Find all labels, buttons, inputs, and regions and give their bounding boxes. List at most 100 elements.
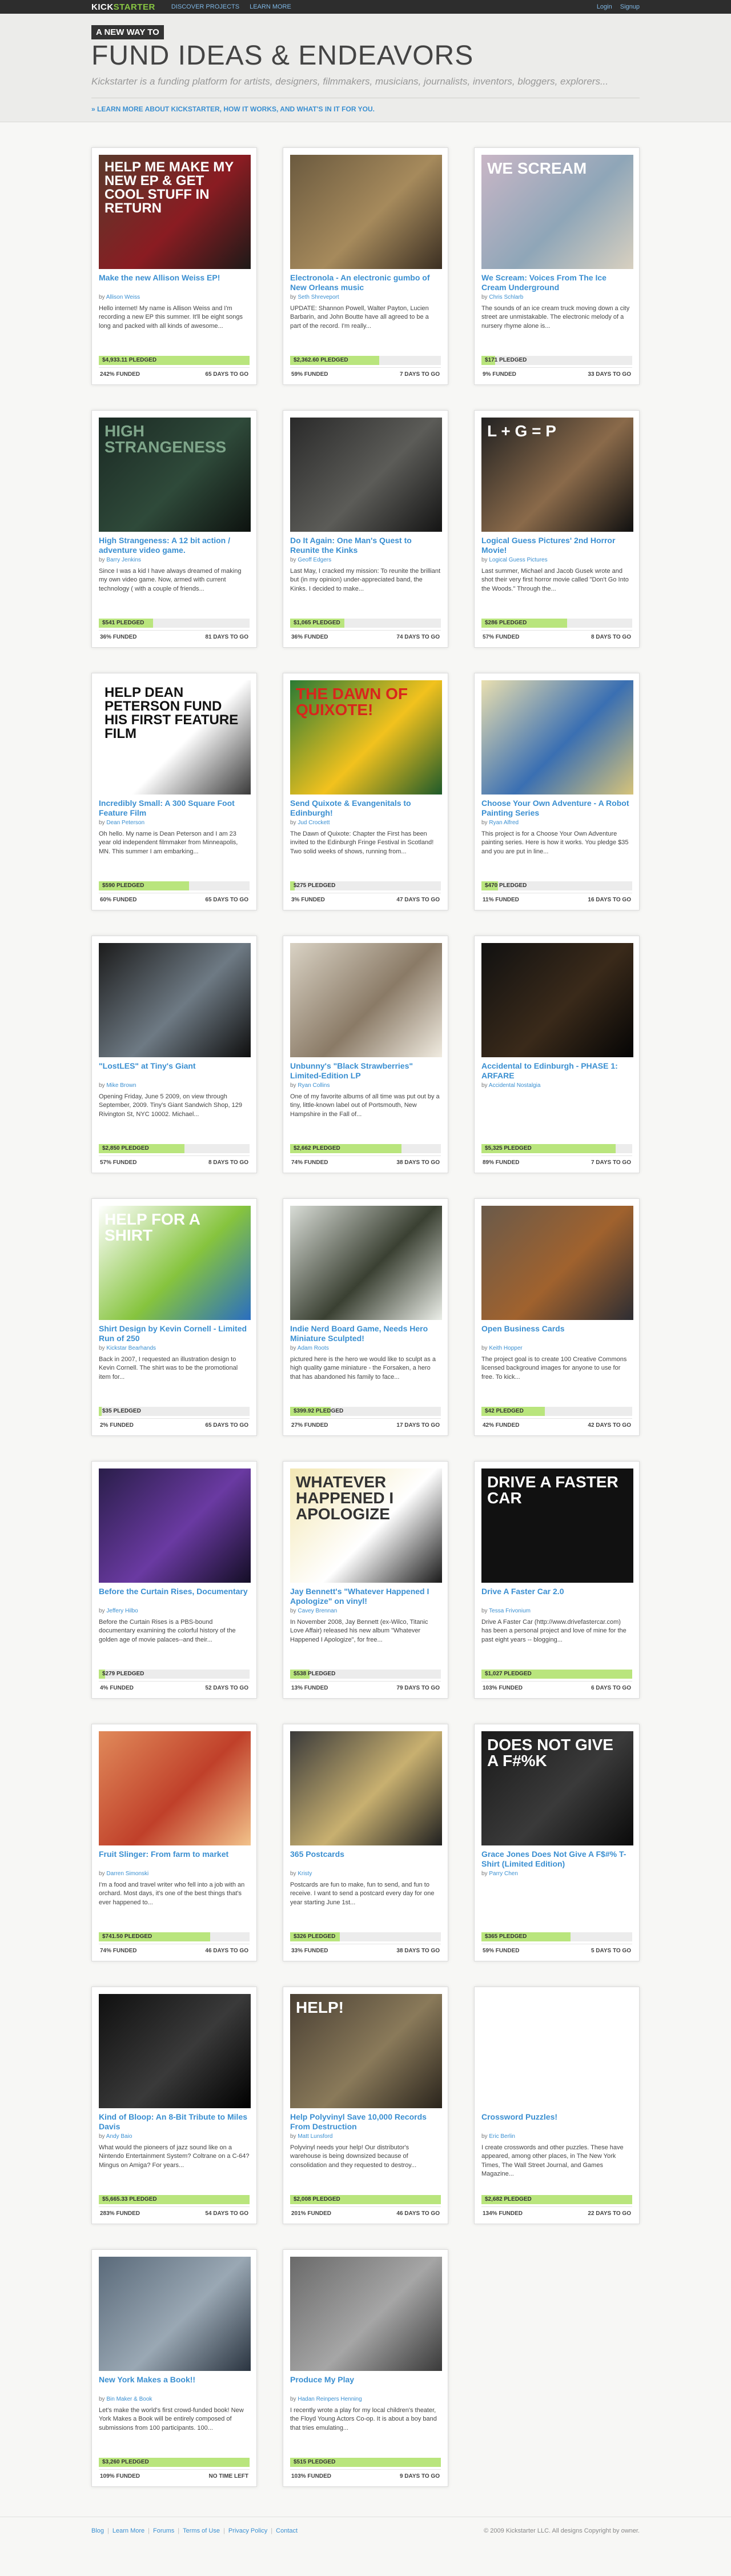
project-creator-link[interactable]: Keith Hopper — [489, 1345, 522, 1351]
project-creator-link[interactable]: Parry Chen — [489, 1871, 518, 1877]
nav-learn-more[interactable]: LEARN MORE — [250, 3, 291, 10]
project-creator-link[interactable]: Bin Maker & Book — [106, 2396, 152, 2402]
project-card[interactable]: HELP! Help Polyvinyl Save 10,000 Records … — [283, 1987, 448, 2224]
project-creator-link[interactable]: Adam Roots — [298, 1345, 329, 1351]
project-title[interactable]: Logical Guess Pictures' 2nd Horror Movie… — [481, 536, 632, 555]
project-thumbnail[interactable]: Help Dean Peterson Fund His First Featur… — [99, 680, 251, 795]
project-card[interactable]: Choose Your Own Adventure - A Robot Pain… — [474, 673, 640, 910]
project-thumbnail[interactable]: WE SCREAM — [481, 155, 633, 269]
project-creator-link[interactable]: Allison Weiss — [106, 294, 140, 300]
footer-link[interactable]: Forums — [153, 2527, 174, 2534]
project-thumbnail[interactable] — [481, 680, 633, 795]
project-thumbnail[interactable] — [481, 1206, 633, 1320]
project-card[interactable]: "LostLES" at Tiny's Giant by Mike Brown Op… — [91, 936, 257, 1173]
project-creator-link[interactable]: Jeffery Hilbo — [106, 1608, 138, 1614]
project-thumbnail[interactable] — [99, 2257, 251, 2371]
footer-link[interactable]: Blog — [91, 2527, 104, 2534]
project-card[interactable]: Crossword Puzzles! by Eric Berlin I create… — [474, 1987, 640, 2224]
project-title[interactable]: 365 Postcards — [290, 1849, 441, 1869]
project-thumbnail[interactable]: L + G = P — [481, 418, 633, 532]
login-link[interactable]: Login — [597, 3, 612, 10]
project-creator-link[interactable]: Jud Crockett — [298, 820, 330, 826]
footer-link[interactable]: Contact — [276, 2527, 298, 2534]
project-thumbnail[interactable] — [481, 1994, 633, 2108]
project-thumbnail[interactable] — [290, 943, 442, 1057]
project-card[interactable]: whatever happened i apologize Jay Bennett… — [283, 1461, 448, 1699]
project-card[interactable]: HELP ME MAKE MY NEW EP & GET COOL STUFF … — [91, 147, 257, 385]
project-title[interactable]: Grace Jones Does Not Give A F$#% T-Shirt… — [481, 1849, 632, 1869]
nav-discover-projects[interactable]: DISCOVER PROJECTS — [171, 3, 239, 10]
project-thumbnail[interactable]: HELP ME MAKE MY NEW EP & GET COOL STUFF … — [99, 155, 251, 269]
project-creator-link[interactable]: Eric Berlin — [489, 2133, 515, 2140]
project-card[interactable]: Open Business Cards by Keith Hopper The pr… — [474, 1198, 640, 1436]
project-creator-link[interactable]: Darren Simonski — [106, 1871, 148, 1877]
project-title[interactable]: Drive A Faster Car 2.0 — [481, 1587, 632, 1606]
project-creator-link[interactable]: Matt Lunsford — [298, 2133, 332, 2140]
project-card[interactable]: Fruit Slinger: From farm to market by Dar… — [91, 1724, 257, 1961]
project-creator-link[interactable]: Chris Schlarb — [489, 294, 523, 300]
project-title[interactable]: Shirt Design by Kevin Cornell - Limited … — [99, 1324, 250, 1343]
project-thumbnail[interactable] — [99, 1994, 251, 2108]
project-title[interactable]: Help Polyvinyl Save 10,000 Records From … — [290, 2112, 441, 2132]
project-creator-link[interactable]: Barry Jenkins — [106, 557, 141, 563]
project-title[interactable]: Fruit Slinger: From farm to market — [99, 1849, 250, 1869]
project-card[interactable]: Produce My Play by Hadan Reinpers Henning… — [283, 2249, 448, 2487]
project-card[interactable]: Kind of Bloop: An 8-Bit Tribute to Miles… — [91, 1987, 257, 2224]
signup-link[interactable]: Signup — [620, 3, 640, 10]
learn-more-link[interactable]: » LEARN MORE ABOUT KICKSTARTER, HOW IT W… — [91, 105, 640, 113]
project-card[interactable]: Do It Again: One Man's Quest to Reunite … — [283, 410, 448, 648]
project-title[interactable]: We Scream: Voices From The Ice Cream Und… — [481, 273, 632, 292]
project-title[interactable]: Produce My Play — [290, 2375, 441, 2394]
project-thumbnail[interactable] — [99, 1468, 251, 1583]
footer-link[interactable]: Terms of Use — [183, 2527, 220, 2534]
project-title[interactable]: Before the Curtain Rises, Documentary — [99, 1587, 250, 1606]
project-title[interactable]: Choose Your Own Adventure - A Robot Pain… — [481, 799, 632, 818]
project-thumbnail[interactable]: DRIVE A FASTER CAR — [481, 1468, 633, 1583]
project-thumbnail[interactable]: HIGH STRANGENESS — [99, 418, 251, 532]
project-creator-link[interactable]: Accidental Nostalgia — [489, 1082, 541, 1089]
project-card[interactable]: Accidental to Edinburgh - PHASE 1: ARFAR… — [474, 936, 640, 1173]
project-title[interactable]: Incredibly Small: A 300 Square Foot Feat… — [99, 799, 250, 818]
project-title[interactable]: Unbunny's "Black Strawberries" Limited-E… — [290, 1061, 441, 1081]
project-creator-link[interactable]: Seth Shreveport — [298, 294, 339, 300]
project-thumbnail[interactable] — [290, 1206, 442, 1320]
project-card[interactable]: WE SCREAM We Scream: Voices From The Ice … — [474, 147, 640, 385]
project-thumbnail[interactable] — [290, 418, 442, 532]
project-title[interactable]: Indie Nerd Board Game, Needs Hero Miniat… — [290, 1324, 441, 1343]
project-card[interactable]: Before the Curtain Rises, Documentary by … — [91, 1461, 257, 1699]
project-card[interactable]: HIGH STRANGENESS High Strangeness: A 12 b… — [91, 410, 257, 648]
project-thumbnail[interactable] — [99, 1731, 251, 1845]
project-creator-link[interactable]: Geoff Edgers — [298, 557, 331, 563]
project-thumbnail[interactable]: DOES NOT GIVE A F#%K — [481, 1731, 633, 1845]
project-card[interactable]: Help Dean Peterson Fund His First Featur… — [91, 673, 257, 910]
project-creator-link[interactable]: Mike Brown — [106, 1082, 136, 1089]
project-creator-link[interactable]: Kristy — [298, 1871, 312, 1877]
project-creator-link[interactable]: Logical Guess Pictures — [489, 557, 547, 563]
project-card[interactable]: L + G = P Logical Guess Pictures' 2nd Hor… — [474, 410, 640, 648]
project-card[interactable]: THE DAWN OF QUIXOTE! Send Quixote & Evang… — [283, 673, 448, 910]
kickstarter-logo[interactable]: KICKSTARTER — [91, 2, 155, 12]
project-thumbnail[interactable] — [290, 1731, 442, 1845]
project-card[interactable]: Unbunny's "Black Strawberries" Limited-E… — [283, 936, 448, 1173]
project-creator-link[interactable]: Ryan Alfred — [489, 820, 519, 826]
project-title[interactable]: Send Quixote & Evangenitals to Edinburgh… — [290, 799, 441, 818]
project-creator-link[interactable]: Kickstar Bearhands — [106, 1345, 156, 1351]
project-creator-link[interactable]: Hadan Reinpers Henning — [298, 2396, 362, 2402]
project-title[interactable]: Electronola - An electronic gumbo of New… — [290, 273, 441, 292]
project-title[interactable]: Open Business Cards — [481, 1324, 632, 1343]
project-title[interactable]: High Strangeness: A 12 bit action / adve… — [99, 536, 250, 555]
project-thumbnail[interactable] — [481, 943, 633, 1057]
project-card[interactable]: Indie Nerd Board Game, Needs Hero Miniat… — [283, 1198, 448, 1436]
project-thumbnail[interactable]: THE DAWN OF QUIXOTE! — [290, 680, 442, 795]
project-title[interactable]: Crossword Puzzles! — [481, 2112, 632, 2132]
project-card[interactable]: HELP FOR A SHIRT Shirt Design by Kevin Co… — [91, 1198, 257, 1436]
project-card[interactable]: DRIVE A FASTER CAR Drive A Faster Car 2.0… — [474, 1461, 640, 1699]
project-title[interactable]: "LostLES" at Tiny's Giant — [99, 1061, 250, 1081]
footer-link[interactable]: Learn More — [113, 2527, 144, 2534]
project-card[interactable]: DOES NOT GIVE A F#%K Grace Jones Does Not… — [474, 1724, 640, 1961]
project-creator-link[interactable]: Ryan Collins — [298, 1082, 330, 1089]
project-creator-link[interactable]: Andy Baio — [106, 2133, 132, 2140]
project-title[interactable]: Kind of Bloop: An 8-Bit Tribute to Miles… — [99, 2112, 250, 2132]
project-creator-link[interactable]: Cavey Brennan — [298, 1608, 337, 1614]
project-thumbnail[interactable] — [99, 943, 251, 1057]
